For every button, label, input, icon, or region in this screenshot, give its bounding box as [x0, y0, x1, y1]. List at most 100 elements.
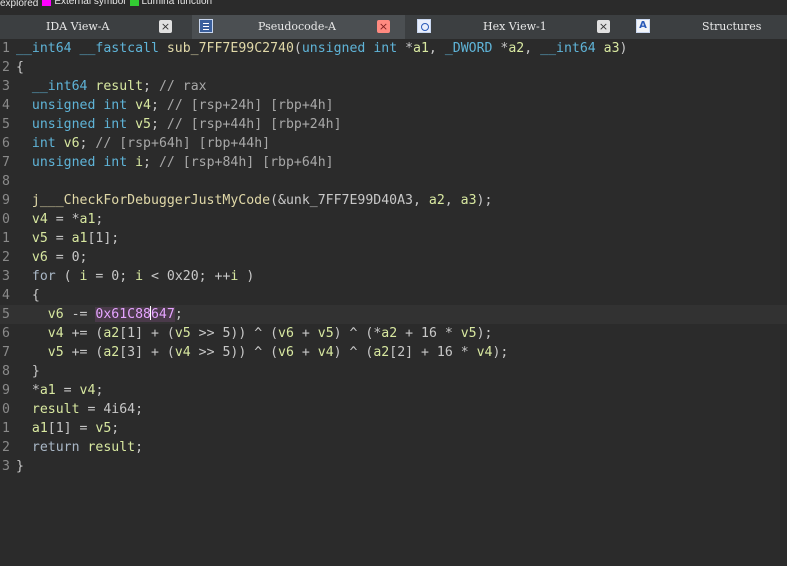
code-token[interactable]: v4: [318, 345, 334, 360]
code-line[interactable]: 2{: [0, 58, 787, 77]
code-line[interactable]: 4 unsigned int v4; // [rsp+24h] [rbp+4h]: [0, 96, 787, 115]
code-token[interactable]: i: [135, 269, 143, 284]
line-number: 1: [2, 231, 10, 246]
code-line[interactable]: 0 v4 = *a1;: [0, 210, 787, 229]
code-token[interactable]: v4: [477, 345, 493, 360]
code-token[interactable]: a1: [72, 231, 88, 246]
code-token[interactable]: a2: [381, 326, 397, 341]
code-line[interactable]: 0 result = 4i64;: [0, 400, 787, 419]
code-token[interactable]: v4: [175, 345, 191, 360]
code-line[interactable]: 3 for ( i = 0; i < 0x20; ++i ): [0, 267, 787, 286]
code-token[interactable]: a2: [103, 345, 119, 360]
code-line[interactable]: 2 return result;: [0, 438, 787, 457]
code-line[interactable]: 8: [0, 172, 787, 191]
tab-bar: IDA View-A × Pseudocode-A × Hex View-1 ×…: [0, 15, 787, 40]
tab-pseudocode-a[interactable]: Pseudocode-A ×: [192, 15, 405, 39]
code-text: }: [16, 457, 24, 476]
code-token[interactable]: v6: [64, 136, 80, 151]
code-line[interactable]: 5 v6 -= 0x61C88647;: [0, 305, 787, 324]
code-line[interactable]: 1 a1[1] = v5;: [0, 419, 787, 438]
code-token[interactable]: a1: [40, 383, 56, 398]
code-line[interactable]: 9 *a1 = v4;: [0, 381, 787, 400]
tab-label: Hex View-1: [483, 20, 547, 33]
line-number: 5: [2, 117, 10, 132]
code-token[interactable]: result: [16, 402, 80, 417]
code-line[interactable]: 8 }: [0, 362, 787, 381]
code-line[interactable]: 5 unsigned int v5; // [rsp+44h] [rbp+24h…: [0, 115, 787, 134]
code-token[interactable]: v5: [16, 231, 48, 246]
code-token[interactable]: v6: [278, 326, 294, 341]
code-token[interactable]: v5: [16, 345, 64, 360]
code-token[interactable]: v4: [135, 98, 151, 113]
code-token: ) ^ (: [333, 345, 374, 360]
code-token[interactable]: a2: [373, 345, 389, 360]
code-line[interactable]: 3}: [0, 457, 787, 476]
close-icon[interactable]: ×: [597, 20, 610, 33]
code-token: ): [238, 269, 255, 284]
code-token: [1];: [87, 231, 120, 246]
code-line[interactable]: 1 __int64 __fastcall sub_7FF7E99C2740(uns…: [0, 39, 787, 58]
code-token[interactable]: a1: [16, 421, 48, 436]
code-token: // [rsp+24h] [rbp+4h]: [166, 98, 334, 113]
code-token[interactable]: v5: [95, 421, 111, 436]
tab-ida-view-a[interactable]: IDA View-A ×: [0, 15, 182, 39]
code-token[interactable]: a3: [461, 193, 477, 208]
code-token[interactable]: v6: [16, 307, 64, 322]
close-icon[interactable]: ×: [159, 20, 172, 33]
code-token[interactable]: v4: [16, 326, 64, 341]
code-text: v5 = a1[1];: [16, 229, 119, 248]
legend-item: explored: [0, 0, 38, 9]
code-text: a1[1] = v5;: [16, 419, 119, 438]
code-line[interactable]: 9 j___CheckForDebuggerJustMyCode(&unk_7F…: [0, 191, 787, 210]
code-line[interactable]: 1 v5 = a1[1];: [0, 229, 787, 248]
code-token[interactable]: v4: [16, 212, 48, 227]
code-token[interactable]: a2: [429, 193, 445, 208]
code-token[interactable]: 647: [150, 307, 175, 322]
close-icon[interactable]: ×: [377, 20, 390, 33]
code-token[interactable]: result: [95, 79, 143, 94]
code-line[interactable]: 2 v6 = 0;: [0, 248, 787, 267]
code-text: int v6; // [rsp+64h] [rbp+44h]: [16, 134, 270, 153]
code-token: -=: [63, 307, 96, 322]
code-token[interactable]: v5: [135, 117, 151, 132]
code-line[interactable]: 6 int v6; // [rsp+64h] [rbp+44h]: [0, 134, 787, 153]
tab-structures[interactable]: A Structures: [630, 15, 787, 39]
code-token[interactable]: v5: [461, 326, 477, 341]
code-text: v4 += (a2[1] + (v5 >> 5)) ^ (v6 + v5) ^ …: [16, 324, 493, 343]
code-token[interactable]: a1: [80, 212, 96, 227]
code-token: [1] =: [47, 421, 96, 436]
code-token: =: [55, 383, 80, 398]
line-number: 8: [2, 174, 10, 189]
code-token[interactable]: j___CheckForDebuggerJustMyCode: [16, 193, 270, 208]
code-line[interactable]: 6 v4 += (a2[1] + (v5 >> 5)) ^ (v6 + v5) …: [0, 324, 787, 343]
code-token[interactable]: a3: [604, 41, 620, 56]
code-token[interactable]: i: [135, 155, 143, 170]
line-number: 2: [2, 250, 10, 265]
code-token: ): [619, 41, 628, 56]
code-token: [2] + 16 *: [389, 345, 477, 360]
code-token[interactable]: a2: [508, 41, 524, 56]
tab-hex-view-1[interactable]: Hex View-1 ×: [410, 15, 620, 39]
line-number: 9: [2, 383, 10, 398]
code-token[interactable]: v6: [16, 250, 48, 265]
code-token[interactable]: a2: [103, 326, 119, 341]
line-number: 0: [2, 402, 10, 417]
code-text: return result;: [16, 438, 143, 457]
pseudocode-editor[interactable]: 1 __int64 __fastcall sub_7FF7E99C2740(uns…: [0, 39, 787, 566]
code-line[interactable]: 7 unsigned int i; // [rsp+84h] [rbp+64h]: [0, 153, 787, 172]
code-token[interactable]: a1: [413, 41, 429, 56]
code-token[interactable]: 0x61C88: [95, 307, 151, 322]
code-line[interactable]: 7 v5 += (a2[3] + (v4 >> 5)) ^ (v6 + v4) …: [0, 343, 787, 362]
code-token: for: [16, 269, 56, 284]
legend-swatch: [42, 0, 52, 6]
code-token[interactable]: result: [87, 440, 135, 455]
code-line[interactable]: 4 {: [0, 286, 787, 305]
code-token[interactable]: v6: [278, 345, 294, 360]
code-token[interactable]: v4: [80, 383, 96, 398]
code-token: (&unk_7FF7E99D40A3,: [270, 193, 429, 208]
code-token[interactable]: v5: [175, 326, 191, 341]
line-number: 9: [2, 193, 10, 208]
code-token[interactable]: v5: [318, 326, 334, 341]
code-line[interactable]: 3 __int64 result; // rax: [0, 77, 787, 96]
code-token[interactable]: sub_7FF7E99C2740: [167, 41, 294, 56]
